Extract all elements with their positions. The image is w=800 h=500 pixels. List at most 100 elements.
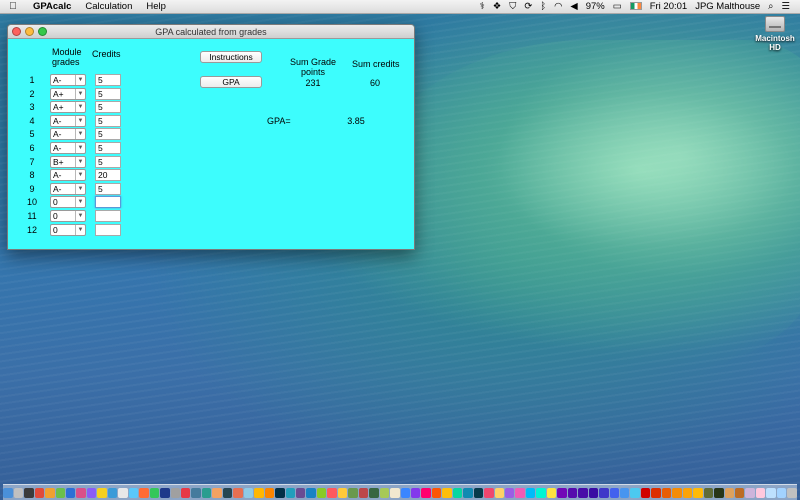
- dock-app-icon[interactable]: [107, 487, 118, 498]
- dock-app-icon[interactable]: [97, 487, 107, 498]
- grade-select[interactable]: A+ ▼: [50, 87, 86, 100]
- dock-app-icon[interactable]: [599, 487, 609, 498]
- dock-app-icon[interactable]: [34, 487, 45, 498]
- dock-app-icon[interactable]: [693, 487, 703, 498]
- dock-app-icon[interactable]: [484, 487, 494, 498]
- dock-app-icon[interactable]: [421, 487, 431, 498]
- dock-app-icon[interactable]: [348, 487, 358, 498]
- bluetooth-logo-icon[interactable]: ⚕: [476, 1, 489, 12]
- dock-app-icon[interactable]: [661, 487, 672, 498]
- dock-app-icon[interactable]: [275, 487, 285, 498]
- user-name[interactable]: JPG Malthouse: [691, 1, 764, 12]
- macintosh-hd[interactable]: Macintosh HD: [754, 16, 796, 52]
- dock-app-icon[interactable]: [463, 487, 473, 498]
- credits-input[interactable]: 5: [95, 101, 121, 114]
- flag-ie-icon[interactable]: [626, 1, 646, 12]
- dock-app-icon[interactable]: [264, 487, 275, 498]
- credits-input[interactable]: 20: [95, 169, 121, 182]
- shield-icon[interactable]: ⛉: [505, 1, 520, 12]
- dock-app-icon[interactable]: [630, 487, 640, 498]
- credits-input[interactable]: 5: [95, 128, 121, 141]
- list-icon[interactable]: ☰: [777, 1, 794, 12]
- apple-menu-icon[interactable]: : [0, 1, 26, 12]
- dock-app-icon[interactable]: [609, 487, 620, 498]
- dock-app-icon[interactable]: [160, 487, 170, 498]
- dock-app-icon[interactable]: [724, 487, 734, 498]
- grade-select[interactable]: 0 ▼: [50, 196, 86, 209]
- credits-input[interactable]: [95, 210, 121, 222]
- dock-app-icon[interactable]: [714, 487, 724, 498]
- zoom-button[interactable]: [38, 27, 47, 36]
- dock-app-icon[interactable]: [536, 487, 546, 498]
- dock-app-icon[interactable]: [139, 487, 149, 498]
- search-icon[interactable]: ⌕: [764, 1, 777, 12]
- credits-input[interactable]: 5: [95, 182, 121, 195]
- dock-app-icon[interactable]: [327, 487, 337, 498]
- dock-app-icon[interactable]: [369, 487, 379, 498]
- bluetooth-icon[interactable]: ᛒ: [536, 1, 550, 12]
- grade-select[interactable]: A+ ▼: [50, 101, 86, 114]
- grade-select[interactable]: A- ▼: [50, 142, 86, 154]
- dock-app-icon[interactable]: [149, 487, 160, 498]
- dock-app-icon[interactable]: [620, 487, 630, 498]
- dock-app-icon[interactable]: [672, 487, 682, 498]
- dock-app-icon[interactable]: [494, 487, 505, 498]
- dock-app-icon[interactable]: [473, 487, 484, 498]
- dock-app-icon[interactable]: [755, 487, 766, 498]
- credits-input[interactable]: [95, 196, 121, 209]
- dock-app-icon[interactable]: [285, 487, 295, 498]
- dock-app-icon[interactable]: [651, 487, 661, 498]
- dock-app-icon[interactable]: [776, 487, 787, 498]
- dock-app-icon[interactable]: [3, 487, 13, 498]
- dock-app-icon[interactable]: [703, 487, 714, 498]
- dock-app-icon[interactable]: [515, 487, 525, 498]
- dock-app-icon[interactable]: [222, 487, 233, 498]
- dock-app-icon[interactable]: [76, 487, 86, 498]
- grade-select[interactable]: 0 ▼: [50, 223, 86, 236]
- close-button[interactable]: [12, 27, 21, 36]
- credits-input[interactable]: 5: [95, 87, 121, 100]
- dock-app-icon[interactable]: [578, 487, 588, 498]
- window-titlebar[interactable]: GPA calculated from grades: [8, 25, 414, 39]
- dock-app-icon[interactable]: [86, 487, 97, 498]
- dock-app-icon[interactable]: [358, 487, 369, 498]
- dock-app-icon[interactable]: [13, 487, 24, 498]
- dock-app-icon[interactable]: [640, 487, 651, 498]
- clock[interactable]: Fri 20:01: [646, 1, 692, 12]
- battery-icon[interactable]: ▭: [609, 1, 626, 12]
- grade-select[interactable]: A- ▼: [50, 114, 86, 127]
- grade-select[interactable]: 0 ▼: [50, 210, 86, 222]
- dock-app-icon[interactable]: [525, 487, 536, 498]
- dock-app-icon[interactable]: [316, 487, 327, 498]
- dock-app-icon[interactable]: [410, 487, 421, 498]
- grade-select[interactable]: A- ▼: [50, 182, 86, 195]
- dock-app-icon[interactable]: [567, 487, 578, 498]
- dock-app-icon[interactable]: [128, 487, 139, 498]
- dock-app-icon[interactable]: [442, 487, 452, 498]
- dock-app-icon[interactable]: [66, 487, 76, 498]
- dock-app-icon[interactable]: [24, 487, 34, 498]
- dock-app-icon[interactable]: [452, 487, 463, 498]
- dock-app-icon[interactable]: [787, 487, 797, 498]
- grade-select[interactable]: A- ▼: [50, 74, 86, 86]
- wifi-icon[interactable]: ◠: [550, 1, 566, 12]
- credits-input[interactable]: 5: [95, 155, 121, 168]
- dock-app-icon[interactable]: [557, 487, 567, 498]
- dock-app-icon[interactable]: [243, 487, 254, 498]
- dock-app-icon[interactable]: [682, 487, 693, 498]
- volume-icon[interactable]: ◀: [566, 1, 581, 12]
- dock-app-icon[interactable]: [191, 487, 201, 498]
- dock-app-icon[interactable]: [170, 487, 180, 498]
- dock-app-icon[interactable]: [379, 487, 390, 498]
- dock-app-icon[interactable]: [254, 487, 264, 498]
- dock-app-icon[interactable]: [588, 487, 599, 498]
- dock-app-icon[interactable]: [337, 487, 348, 498]
- sync-icon[interactable]: ⟳: [520, 1, 536, 12]
- minimize-button[interactable]: [25, 27, 34, 36]
- instructions-button[interactable]: Instructions: [200, 51, 262, 63]
- dock-app-icon[interactable]: [118, 487, 128, 498]
- dock-app-icon[interactable]: [45, 487, 55, 498]
- dock-app-icon[interactable]: [212, 487, 222, 498]
- grade-select[interactable]: A- ▼: [50, 128, 86, 141]
- credits-input[interactable]: 5: [95, 142, 121, 154]
